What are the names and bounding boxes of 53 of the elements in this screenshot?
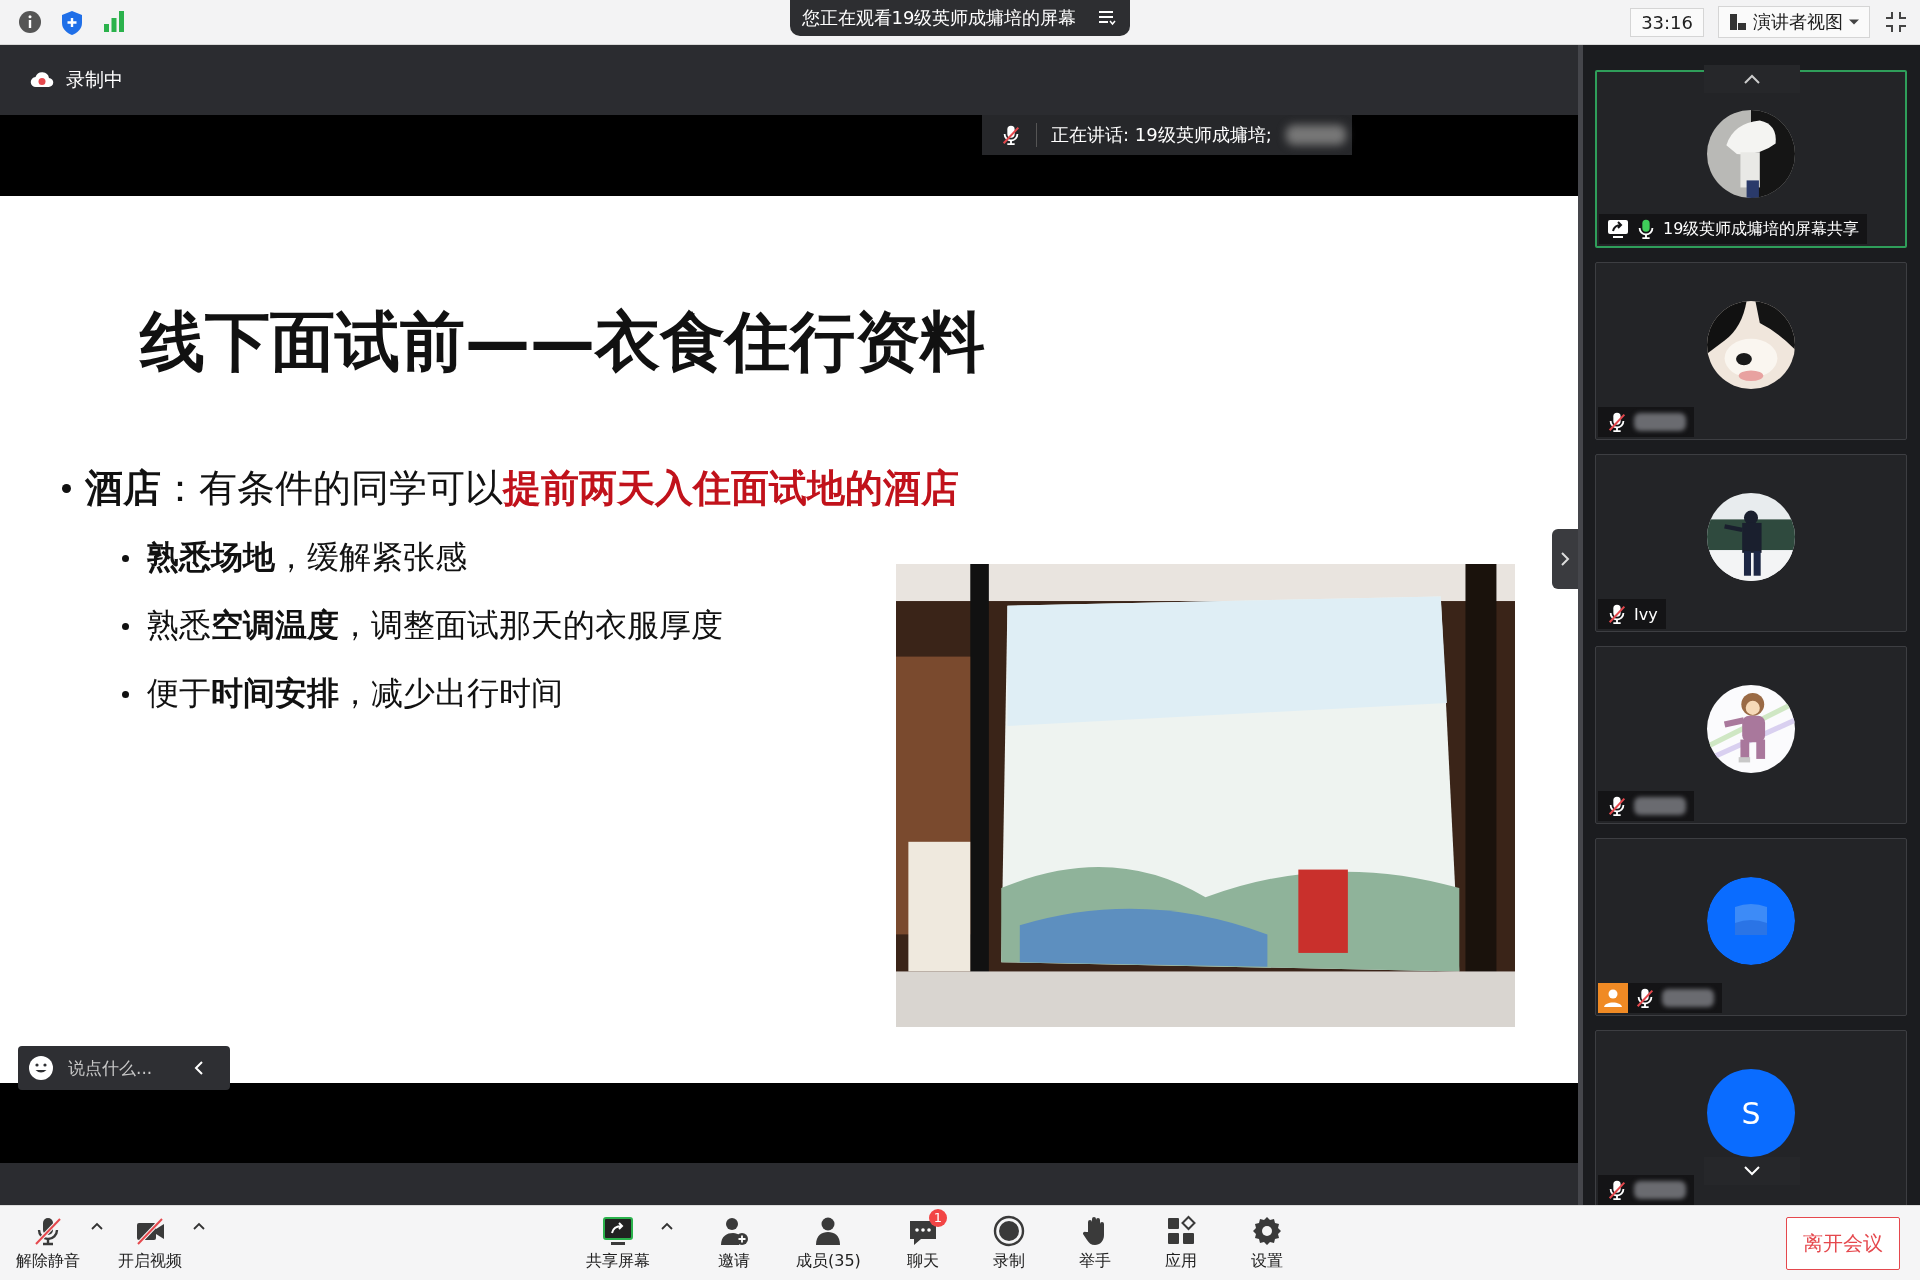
bullet-text: 酒店：有条件的同学可以提前两天入住面试地的酒店 <box>85 465 959 512</box>
meeting-timer: 33:16 <box>1630 7 1704 37</box>
bullet-icon <box>122 622 129 630</box>
toolbar-button[interactable]: 解除静音 <box>10 1210 86 1276</box>
toolbar-button[interactable]: 聊天 1 <box>892 1210 953 1276</box>
emoji-icon[interactable] <box>28 1055 54 1081</box>
speaker-text: 正在讲话: 19级英师成墉培; <box>1051 123 1272 147</box>
chevron-down-icon <box>1741 1165 1762 1177</box>
collapse-icon[interactable] <box>192 1059 206 1077</box>
layout-icon <box>1729 13 1747 31</box>
bullet-text: 熟悉空调温度，调整面试那天的衣服厚度 <box>147 605 723 646</box>
view-mode-dropdown[interactable]: 演讲者视图 <box>1718 6 1870 38</box>
participant-name: 19级英师成墉培的屏幕共享 <box>1663 218 1860 240</box>
toolbar-button[interactable]: 成员(35) <box>790 1210 867 1276</box>
banner-text: 您正在观看19级英师成墉培的屏幕 <box>801 6 1077 30</box>
avatar-circle: S <box>1707 1069 1795 1157</box>
avatar-icon <box>1707 877 1795 965</box>
toolbar-button[interactable]: 举手 <box>1064 1210 1125 1276</box>
panel-toggle-handle[interactable] <box>1552 529 1578 589</box>
caret-icon <box>90 1220 104 1231</box>
caret-icon <box>660 1220 674 1231</box>
slide-title: 线下面试前——衣食住行资料 <box>140 303 986 381</box>
bullet-text: 熟悉场地，缓解紧张感 <box>147 537 467 578</box>
toolbar-button[interactable]: 录制 <box>978 1210 1039 1276</box>
cloud-record-icon <box>30 71 54 89</box>
participant-tile[interactable]: S <box>1595 1030 1907 1205</box>
toolbar-button[interactable]: 应用 <box>1150 1210 1211 1276</box>
participant-tile[interactable] <box>1595 646 1907 824</box>
leave-meeting-button[interactable]: 离开会议 <box>1786 1216 1900 1270</box>
menu-icon[interactable] <box>1098 10 1117 26</box>
participant-tile[interactable]: Ivy <box>1595 454 1907 632</box>
info-icon[interactable] <box>18 10 42 34</box>
toolbar-button[interactable]: 设置 <box>1236 1210 1297 1276</box>
recording-label: 录制中 <box>66 67 123 92</box>
toolbar-button[interactable]: 邀请 <box>704 1210 764 1276</box>
redacted-name <box>1285 125 1346 145</box>
participant-tile[interactable]: 19级英师成墉培的屏幕共享 <box>1595 70 1907 248</box>
bullet-icon <box>122 554 129 562</box>
participant-tile[interactable] <box>1595 262 1907 440</box>
bullet-icon <box>122 690 129 698</box>
participant-name: Ivy <box>1634 604 1658 624</box>
bullet-icon <box>62 484 71 493</box>
exit-fullscreen-icon[interactable] <box>1884 10 1908 34</box>
toolbar-button[interactable]: 开启视频 <box>112 1210 188 1276</box>
chat-input-field[interactable]: 说点什么... <box>68 1058 178 1078</box>
muted-microphone-icon <box>1000 124 1022 146</box>
notification-badge: 1 <box>928 1208 947 1227</box>
participant-tile[interactable] <box>1595 838 1907 1016</box>
shield-icon[interactable] <box>60 10 84 36</box>
caret-icon <box>1849 19 1859 25</box>
caret-icon <box>192 1220 206 1231</box>
toolbar-button[interactable]: 共享屏幕 <box>580 1210 656 1276</box>
bullet-text: 便于时间安排，减少出行时间 <box>147 673 563 714</box>
